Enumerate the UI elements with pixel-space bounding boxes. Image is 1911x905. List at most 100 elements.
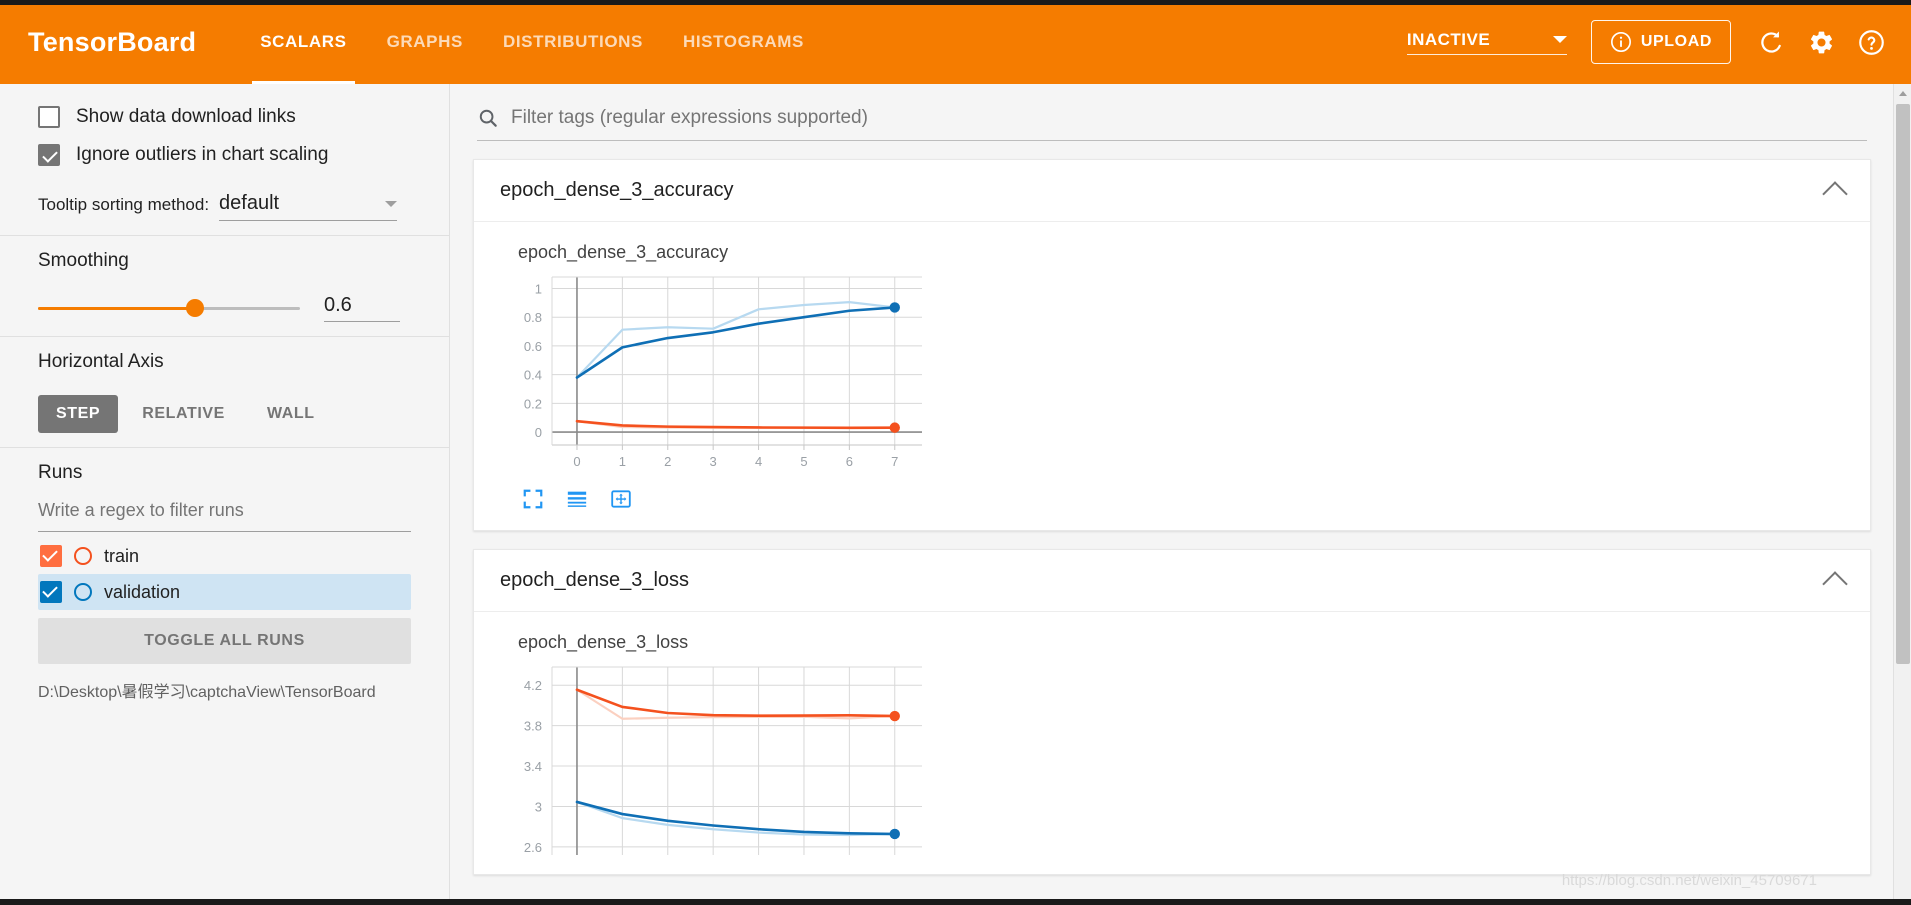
fit-domain-icon[interactable] <box>610 488 632 510</box>
show-download-links-row[interactable]: Show data download links <box>38 98 411 136</box>
runs-section: Runs train validation TOGGLE ALL RUNS D:… <box>0 448 449 716</box>
tag-card-title-accuracy: epoch_dense_3_accuracy <box>500 179 734 201</box>
run-item-train[interactable]: train <box>38 538 411 574</box>
runs-title: Runs <box>38 462 83 483</box>
smoothing-slider[interactable] <box>38 298 300 318</box>
run-checkbox-train[interactable] <box>40 545 62 567</box>
tensorboard-app: TensorBoard SCALARS GRAPHS DISTRIBUTIONS… <box>0 0 1911 905</box>
tooltip-sorting-value: default <box>219 192 280 214</box>
tag-card-loss: epoch_dense_3_loss epoch_dense_3_loss 2.… <box>473 549 1871 875</box>
tab-graphs[interactable]: GRAPHS <box>367 0 483 84</box>
vertical-scrollbar[interactable] <box>1893 84 1911 905</box>
chart-loss[interactable]: 2.6 3 3.4 3.8 4.2 <box>500 659 1844 864</box>
axis-option-step[interactable]: STEP <box>38 395 119 433</box>
smoothing-row: 0.6 <box>38 294 411 322</box>
run-item-validation[interactable]: validation <box>38 574 411 610</box>
chevron-up-icon[interactable] <box>1822 571 1848 597</box>
main-tabs: SCALARS GRAPHS DISTRIBUTIONS HISTOGRAMS <box>240 0 824 84</box>
horizontal-axis-title: Horizontal Axis <box>38 351 164 372</box>
svg-text:0: 0 <box>573 454 580 469</box>
upload-button[interactable]: UPLOAD <box>1590 20 1731 64</box>
gear-icon <box>1810 31 1832 53</box>
slider-thumb[interactable] <box>186 299 205 317</box>
ignore-outliers-label: Ignore outliers in chart scaling <box>76 144 329 165</box>
svg-text:2.6: 2.6 <box>524 840 542 855</box>
ignore-outliers-row[interactable]: Ignore outliers in chart scaling <box>38 136 411 174</box>
horizontal-axis-section: Horizontal Axis STEP RELATIVE WALL <box>0 337 449 447</box>
settings-button[interactable] <box>1799 20 1843 64</box>
toggle-y-axis-icon[interactable] <box>566 488 588 510</box>
horizontal-axis-options: STEP RELATIVE WALL <box>38 395 411 433</box>
tag-card-body-loss: epoch_dense_3_loss 2.6 3 3.4 3.8 4.2 <box>474 612 1870 874</box>
tag-filter-input[interactable] <box>509 106 1867 130</box>
app-brand: TensorBoard <box>28 26 197 57</box>
run-label-validation: validation <box>104 581 181 602</box>
chart-title-loss: epoch_dense_3_loss <box>518 632 689 652</box>
svg-text:0.2: 0.2 <box>524 396 542 411</box>
scroll-up-arrow-icon[interactable] <box>1894 84 1911 102</box>
info-icon <box>1610 32 1631 52</box>
chart-title-accuracy: epoch_dense_3_accuracy <box>518 242 729 262</box>
main-panel: epoch_dense_3_accuracy epoch_dense_3_acc… <box>451 84 1893 905</box>
svg-text:0.8: 0.8 <box>524 310 542 325</box>
show-download-links-label: Show data download links <box>76 106 296 127</box>
run-color-swatch-validation <box>74 583 92 601</box>
tag-card-accuracy: epoch_dense_3_accuracy epoch_dense_3_acc… <box>473 159 1871 531</box>
run-color-swatch-train <box>74 547 92 565</box>
chevron-up-icon[interactable] <box>1822 181 1848 207</box>
tag-card-header-accuracy[interactable]: epoch_dense_3_accuracy <box>474 160 1870 222</box>
tag-filter-bar <box>477 106 1867 141</box>
tooltip-sorting-select[interactable]: default <box>219 192 398 221</box>
svg-text:3.4: 3.4 <box>524 759 542 774</box>
help-button[interactable] <box>1849 20 1893 64</box>
svg-text:4.2: 4.2 <box>524 678 542 693</box>
smoothing-title: Smoothing <box>38 250 129 271</box>
axis-option-relative[interactable]: RELATIVE <box>124 395 243 433</box>
tab-scalars[interactable]: SCALARS <box>240 0 366 84</box>
tooltip-sorting-row: Tooltip sorting method: default <box>38 192 411 221</box>
run-checkbox-validation[interactable] <box>40 581 62 603</box>
ignore-outliers-checkbox[interactable] <box>38 144 60 166</box>
upload-button-label: UPLOAD <box>1640 33 1712 50</box>
svg-text:7: 7 <box>891 454 898 469</box>
slider-fill <box>38 306 196 310</box>
tag-card-body-accuracy: epoch_dense_3_accuracy 0 0.2 0.4 0.6 0.8 1 0 1 2… <box>474 222 1870 530</box>
reload-mode-value: INACTIVE <box>1406 29 1491 49</box>
chart-svg-accuracy: 0 0.2 0.4 0.6 0.8 1 0 1 2 3 4 5 6 7 <box>524 276 922 469</box>
chevron-down-icon <box>1552 36 1567 43</box>
axis-option-wall[interactable]: WALL <box>249 395 333 433</box>
reload-mode-select[interactable]: INACTIVE <box>1406 29 1567 55</box>
chart-svg-loss: 2.6 3 3.4 3.8 4.2 <box>524 666 922 855</box>
scrollbar-thumb[interactable] <box>1896 104 1910 664</box>
svg-text:0.4: 0.4 <box>524 368 542 383</box>
tag-card-header-loss[interactable]: epoch_dense_3_loss <box>474 550 1870 612</box>
window-bottom-strip <box>0 899 1911 905</box>
svg-text:3.8: 3.8 <box>524 719 542 734</box>
tab-histograms[interactable]: HISTOGRAMS <box>663 0 824 84</box>
runs-filter-input[interactable] <box>38 494 411 532</box>
svg-text:3: 3 <box>710 454 717 469</box>
refresh-button[interactable] <box>1749 20 1793 64</box>
smoothing-value[interactable]: 0.6 <box>324 294 400 322</box>
svg-text:4: 4 <box>755 454 762 469</box>
run-label-train: train <box>104 545 140 566</box>
logdir-path: D:\Desktop\暑假学习\captchaView\TensorBoard <box>38 684 376 701</box>
help-icon <box>1858 29 1884 55</box>
tooltip-sorting-label: Tooltip sorting method: <box>38 195 210 214</box>
toggle-all-runs-button[interactable]: TOGGLE ALL RUNS <box>38 618 411 664</box>
chart-toolbar-accuracy <box>522 488 1844 510</box>
display-options-section: Show data download links Ignore outliers… <box>0 84 449 235</box>
svg-text:2: 2 <box>664 454 671 469</box>
settings-sidebar: Show data download links Ignore outliers… <box>0 84 450 905</box>
smoothing-section: Smoothing 0.6 <box>0 236 449 336</box>
svg-text:0.6: 0.6 <box>524 339 542 354</box>
chart-accuracy[interactable]: 0 0.2 0.4 0.6 0.8 1 0 1 2 3 4 5 6 7 <box>500 269 1844 484</box>
tab-distributions[interactable]: DISTRIBUTIONS <box>483 0 663 84</box>
svg-text:1: 1 <box>619 454 626 469</box>
app-header: TensorBoard SCALARS GRAPHS DISTRIBUTIONS… <box>0 0 1911 84</box>
expand-chart-icon[interactable] <box>522 488 544 510</box>
show-download-links-checkbox[interactable] <box>38 106 60 128</box>
search-icon <box>479 109 497 127</box>
svg-text:5: 5 <box>800 454 807 469</box>
window-top-strip <box>0 0 1911 5</box>
